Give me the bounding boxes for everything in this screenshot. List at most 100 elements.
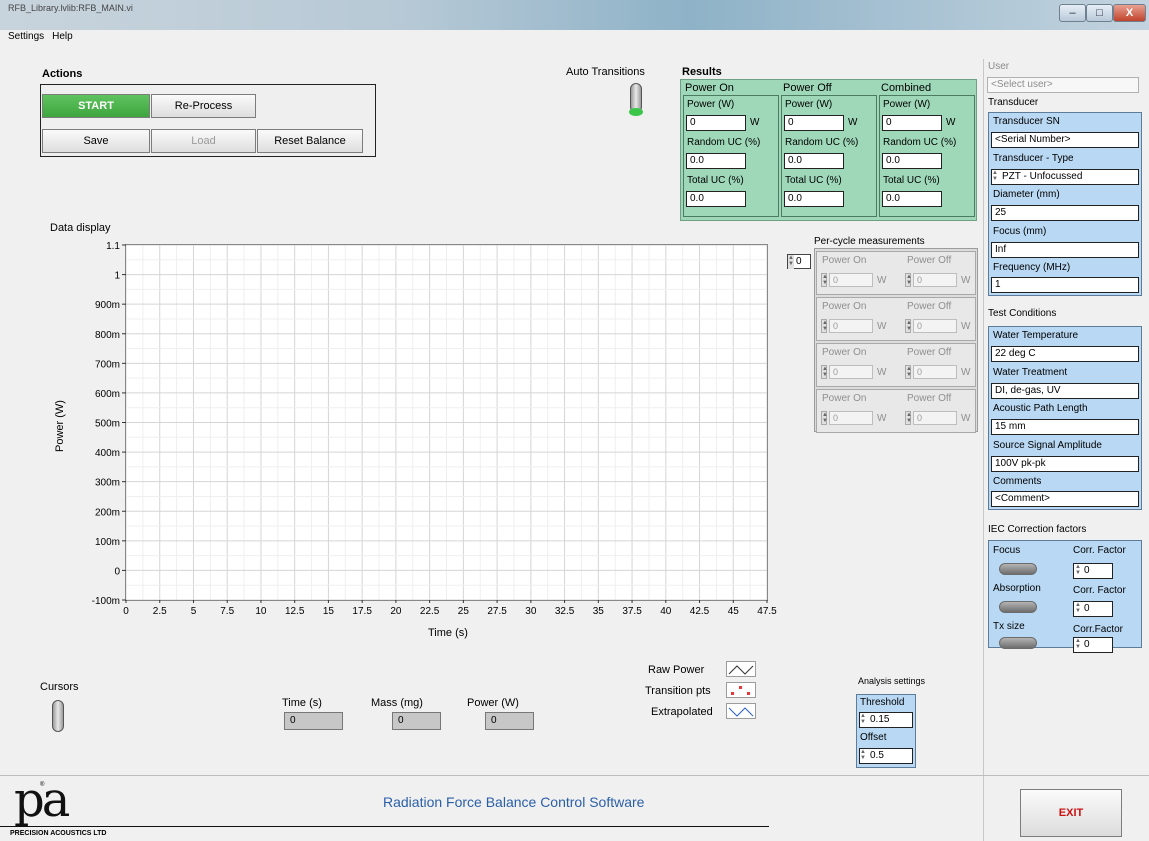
- transducer-type-label: Transducer - Type: [993, 153, 1074, 164]
- y-tick-label: 900m: [95, 300, 120, 311]
- absorption-corr-label: Absorption: [993, 583, 1041, 594]
- footer-underline: [0, 826, 769, 827]
- iec-title: IEC Correction factors: [988, 524, 1087, 535]
- power-off-label: Power Off: [907, 301, 952, 312]
- power-on-label: Power On: [822, 301, 867, 312]
- spin-icon[interactable]: ▲ ▼: [1075, 564, 1081, 578]
- legend-transition: Transition pts: [645, 685, 711, 697]
- x-tick-label: 40: [660, 606, 672, 617]
- spin-icon[interactable]: ▲ ▼: [860, 749, 866, 763]
- x-tick-label: 45: [728, 606, 740, 617]
- spin-icon[interactable]: ▲ ▼: [1075, 638, 1081, 652]
- analysis-title: Analysis settings: [858, 676, 926, 686]
- x-tick-label: 22.5: [420, 606, 440, 617]
- frequency-label: Frequency (MHz): [993, 262, 1071, 273]
- tx-size-corr-label: Tx size: [993, 621, 1025, 632]
- spin-icon[interactable]: ▲ ▼: [821, 411, 828, 425]
- legend-extrapolated-icon[interactable]: [726, 703, 756, 719]
- x-tick-label: 20: [390, 606, 402, 617]
- tx-size-corr-toggle[interactable]: [999, 637, 1037, 649]
- comments-field[interactable]: <Comment>: [991, 491, 1139, 507]
- diameter-label: Diameter (mm): [993, 189, 1060, 200]
- unit-label: W: [877, 413, 887, 424]
- unit-label: W: [877, 321, 887, 332]
- x-tick-label: 10: [255, 606, 267, 617]
- legend-transition-icon[interactable]: [726, 682, 756, 698]
- x-tick-label: 25: [458, 606, 470, 617]
- threshold-field[interactable]: 0.15: [859, 712, 913, 728]
- cursors-switch[interactable]: [52, 700, 64, 732]
- diameter-field[interactable]: 25: [991, 205, 1139, 221]
- transducer-type-select[interactable]: PZT - Unfocussed: [991, 169, 1139, 185]
- focus-corr-toggle[interactable]: [999, 563, 1037, 575]
- x-tick-label: 2.5: [153, 606, 167, 617]
- x-tick-label: 7.5: [220, 606, 234, 617]
- spin-icon[interactable]: ▲ ▼: [905, 365, 912, 379]
- app-title: Radiation Force Balance Control Software: [383, 794, 645, 810]
- unit-label: W: [961, 413, 971, 424]
- cursors-label: Cursors: [40, 681, 79, 693]
- per-cycle-panel: Power On Power Off ▲ ▼ 0 W ▲ ▼ 0 W Power O…: [814, 248, 978, 433]
- spin-icon[interactable]: ▲ ▼: [821, 365, 828, 379]
- cursor-time-label: Time (s): [282, 697, 322, 709]
- x-tick-label: 30: [525, 606, 537, 617]
- transducer-sn-field[interactable]: <Serial Number>: [991, 132, 1139, 148]
- power-off-label: Power Off: [907, 347, 952, 358]
- y-tick-label: -100m: [92, 596, 120, 607]
- spin-icon[interactable]: ▲ ▼: [905, 319, 912, 333]
- exit-button[interactable]: EXIT: [1020, 789, 1122, 837]
- x-tick-label: 17.5: [352, 606, 372, 617]
- offset-field[interactable]: 0.5: [859, 748, 913, 764]
- legend-extrapolated: Extrapolated: [651, 706, 713, 718]
- unit-label: W: [877, 275, 887, 286]
- corr-factor-label: Corr. Factor: [1073, 545, 1126, 556]
- spin-icon[interactable]: ▲ ▼: [905, 273, 912, 287]
- y-axis-label: Power (W): [54, 400, 66, 452]
- per-cycle-spin-icon[interactable]: ▲ ▼: [788, 255, 794, 269]
- threshold-label: Threshold: [860, 697, 905, 708]
- y-tick-label: 600m: [95, 389, 120, 400]
- logo-mark-icon: ®: [40, 782, 45, 788]
- right-divider: [983, 59, 984, 841]
- power-on-label: Power On: [822, 393, 867, 404]
- spin-icon[interactable]: ▲ ▼: [821, 273, 828, 287]
- water-temp-label: Water Temperature: [993, 330, 1079, 341]
- power-off-label: Power Off: [907, 393, 952, 404]
- amplitude-field[interactable]: 100V pk-pk: [991, 456, 1139, 472]
- spin-icon[interactable]: ▲ ▼: [860, 713, 866, 727]
- x-axis-label: Time (s): [428, 627, 468, 639]
- focus-field[interactable]: Inf: [991, 242, 1139, 258]
- water-temp-field[interactable]: 22 deg C: [991, 346, 1139, 362]
- comments-label: Comments: [993, 476, 1042, 487]
- transducer-title: Transducer: [988, 97, 1039, 108]
- power-on-label: Power On: [822, 347, 867, 358]
- y-tick-label: 800m: [95, 330, 120, 341]
- power-on-label: Power On: [822, 255, 867, 266]
- power-on-value: 0: [829, 319, 873, 333]
- focus-label: Focus (mm): [993, 226, 1047, 237]
- x-tick-label: 15: [323, 606, 335, 617]
- per-cycle-label: Per-cycle measurements: [814, 236, 925, 247]
- path-length-field[interactable]: 15 mm: [991, 419, 1139, 435]
- cursor-mass-label: Mass (mg): [371, 697, 423, 709]
- frequency-field[interactable]: 1: [991, 277, 1139, 293]
- cursor-time-field: 0: [284, 712, 343, 730]
- power-off-value: 0: [913, 273, 957, 287]
- power-off-label: Power Off: [907, 255, 952, 266]
- legend-raw-icon[interactable]: [726, 661, 756, 677]
- type-spin-icon[interactable]: ▲ ▼: [992, 170, 998, 184]
- test-conditions-title: Test Conditions: [988, 308, 1057, 319]
- x-tick-label: 47.5: [757, 606, 777, 617]
- y-tick-label: 300m: [95, 478, 120, 489]
- spin-icon[interactable]: ▲ ▼: [1075, 602, 1081, 616]
- absorption-corr-toggle[interactable]: [999, 601, 1037, 613]
- cursor-power-label: Power (W): [467, 697, 519, 709]
- x-tick-label: 42.5: [690, 606, 710, 617]
- x-tick-label: 32.5: [555, 606, 575, 617]
- water-treatment-field[interactable]: DI, de-gas, UV: [991, 383, 1139, 399]
- amplitude-label: Source Signal Amplitude: [993, 440, 1102, 451]
- spin-icon[interactable]: ▲ ▼: [821, 319, 828, 333]
- user-select[interactable]: <Select user>: [987, 77, 1139, 93]
- power-on-value: 0: [829, 411, 873, 425]
- spin-icon[interactable]: ▲ ▼: [905, 411, 912, 425]
